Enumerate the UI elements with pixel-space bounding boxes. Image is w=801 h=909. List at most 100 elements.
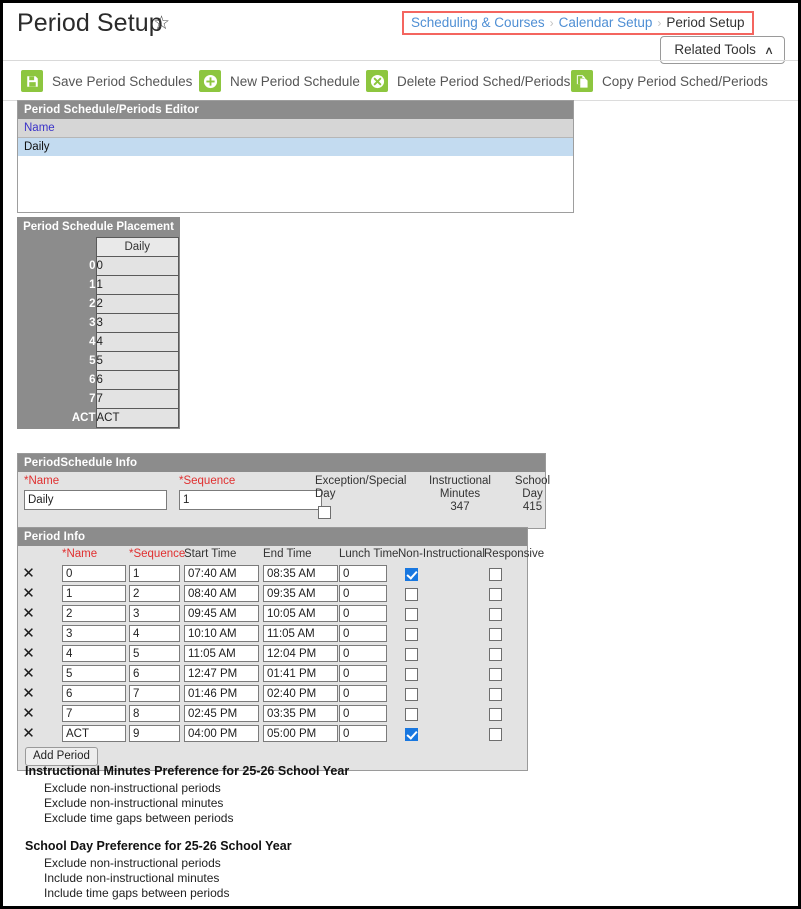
table-row: ✕ [18, 724, 527, 744]
editor-column-header-name[interactable]: Name [18, 119, 573, 138]
period-end-time-input[interactable] [263, 665, 338, 682]
toolbar-button-delete-period-sched-periods[interactable]: Delete Period Sched/Periods [366, 70, 570, 92]
checkbox-box [405, 628, 418, 642]
period-end-time-input[interactable] [263, 585, 338, 602]
period-lunch-time-input[interactable] [339, 565, 387, 582]
placement-cell-0[interactable]: 0 [95, 256, 179, 276]
period-start-time-input[interactable] [184, 685, 259, 702]
schedule-sequence-input[interactable] [179, 490, 322, 510]
period-sequence-input[interactable] [129, 665, 180, 682]
period-sequence-input[interactable] [129, 625, 180, 642]
delete-x-icon[interactable]: ✕ [20, 625, 37, 642]
period-name-input[interactable] [62, 685, 126, 702]
period-name-input[interactable] [62, 585, 126, 602]
delete-x-icon[interactable]: ✕ [20, 585, 37, 602]
delete-x-icon[interactable]: ✕ [20, 705, 37, 722]
favorite-star-icon[interactable]: ☆ [153, 14, 170, 33]
placement-cell-5[interactable]: 5 [95, 351, 179, 371]
placement-cell-2[interactable]: 2 [95, 294, 179, 314]
period-responsive-checkbox[interactable] [489, 706, 502, 724]
period-start-time-input[interactable] [184, 725, 259, 742]
period-start-time-input[interactable] [184, 665, 259, 682]
period-end-time-input[interactable] [263, 645, 338, 662]
period-lunch-time-input[interactable] [339, 625, 387, 642]
copy-pages-icon [571, 70, 593, 92]
checkbox-box [489, 668, 502, 682]
period-name-input[interactable] [62, 645, 126, 662]
period-name-input[interactable] [62, 665, 126, 682]
period-name-input[interactable] [62, 725, 126, 742]
period-start-time-input[interactable] [184, 625, 259, 642]
period-lunch-time-input[interactable] [339, 585, 387, 602]
period-sequence-input[interactable] [129, 605, 180, 622]
period-name-input[interactable] [62, 705, 126, 722]
period-start-time-input[interactable] [184, 705, 259, 722]
breadcrumb-item-1[interactable]: Scheduling & Courses [411, 15, 545, 30]
delete-x-icon[interactable]: ✕ [20, 605, 37, 622]
period-name-input[interactable] [62, 605, 126, 622]
period-lunch-time-input[interactable] [339, 685, 387, 702]
toolbar-button-new-period-schedule[interactable]: New Period Schedule [199, 70, 360, 92]
placement-row-label-7: 7 [18, 389, 96, 409]
period-non-instructional-checkbox[interactable] [405, 706, 418, 724]
period-responsive-checkbox[interactable] [489, 646, 502, 664]
period-end-time-input[interactable] [263, 685, 338, 702]
period-responsive-checkbox[interactable] [489, 726, 502, 744]
period-sequence-input[interactable] [129, 585, 180, 602]
period-name-input[interactable] [62, 625, 126, 642]
list-item[interactable]: Daily [18, 138, 573, 156]
checkbox-box [489, 728, 502, 742]
period-lunch-time-input[interactable] [339, 705, 387, 722]
period-end-time-input[interactable] [263, 725, 338, 742]
period-sequence-input[interactable] [129, 725, 180, 742]
placement-cell-7[interactable]: 7 [95, 389, 179, 409]
placement-cell-4[interactable]: 4 [95, 332, 179, 352]
delete-x-icon[interactable]: ✕ [20, 665, 37, 682]
period-start-time-input[interactable] [184, 605, 259, 622]
period-sequence-input[interactable] [129, 565, 180, 582]
period-non-instructional-checkbox[interactable] [405, 726, 418, 744]
breadcrumb-item-2[interactable]: Calendar Setup [559, 15, 653, 30]
period-non-instructional-checkbox[interactable] [405, 646, 418, 664]
delete-x-icon[interactable]: ✕ [20, 565, 37, 582]
delete-x-icon[interactable]: ✕ [20, 645, 37, 662]
period-non-instructional-checkbox[interactable] [405, 666, 418, 684]
period-non-instructional-checkbox[interactable] [405, 626, 418, 644]
period-responsive-checkbox[interactable] [489, 666, 502, 684]
period-start-time-input[interactable] [184, 645, 259, 662]
period-lunch-time-input[interactable] [339, 645, 387, 662]
placement-cell-1[interactable]: 1 [95, 275, 179, 295]
period-end-time-input[interactable] [263, 605, 338, 622]
period-responsive-checkbox[interactable] [489, 626, 502, 644]
period-info-panel: Period Info *Name *Sequence Start Time E… [17, 527, 544, 771]
period-responsive-checkbox[interactable] [489, 586, 502, 604]
period-non-instructional-checkbox[interactable] [405, 606, 418, 624]
schedule-name-input[interactable] [24, 490, 167, 510]
period-sequence-input[interactable] [129, 705, 180, 722]
period-name-input[interactable] [62, 565, 126, 582]
delete-x-icon[interactable]: ✕ [20, 685, 37, 702]
placement-cell-3[interactable]: 3 [95, 313, 179, 333]
toolbar-button-copy-period-sched-periods[interactable]: Copy Period Sched/Periods [571, 70, 768, 92]
period-sequence-input[interactable] [129, 685, 180, 702]
period-start-time-input[interactable] [184, 585, 259, 602]
period-responsive-checkbox[interactable] [489, 566, 502, 584]
exception-special-day-checkbox[interactable] [318, 504, 331, 522]
placement-cell-ACT[interactable]: ACT [95, 408, 179, 428]
delete-x-icon[interactable]: ✕ [20, 725, 37, 742]
period-lunch-time-input[interactable] [339, 725, 387, 742]
period-non-instructional-checkbox[interactable] [405, 586, 418, 604]
placement-cell-6[interactable]: 6 [95, 370, 179, 390]
period-responsive-checkbox[interactable] [489, 606, 502, 624]
period-sequence-input[interactable] [129, 645, 180, 662]
period-end-time-input[interactable] [263, 565, 338, 582]
toolbar-button-save-period-schedules[interactable]: Save Period Schedules [21, 70, 192, 92]
period-lunch-time-input[interactable] [339, 605, 387, 622]
period-non-instructional-checkbox[interactable] [405, 686, 418, 704]
period-start-time-input[interactable] [184, 565, 259, 582]
period-end-time-input[interactable] [263, 625, 338, 642]
period-end-time-input[interactable] [263, 705, 338, 722]
period-non-instructional-checkbox[interactable] [405, 566, 418, 584]
period-responsive-checkbox[interactable] [489, 686, 502, 704]
period-lunch-time-input[interactable] [339, 665, 387, 682]
